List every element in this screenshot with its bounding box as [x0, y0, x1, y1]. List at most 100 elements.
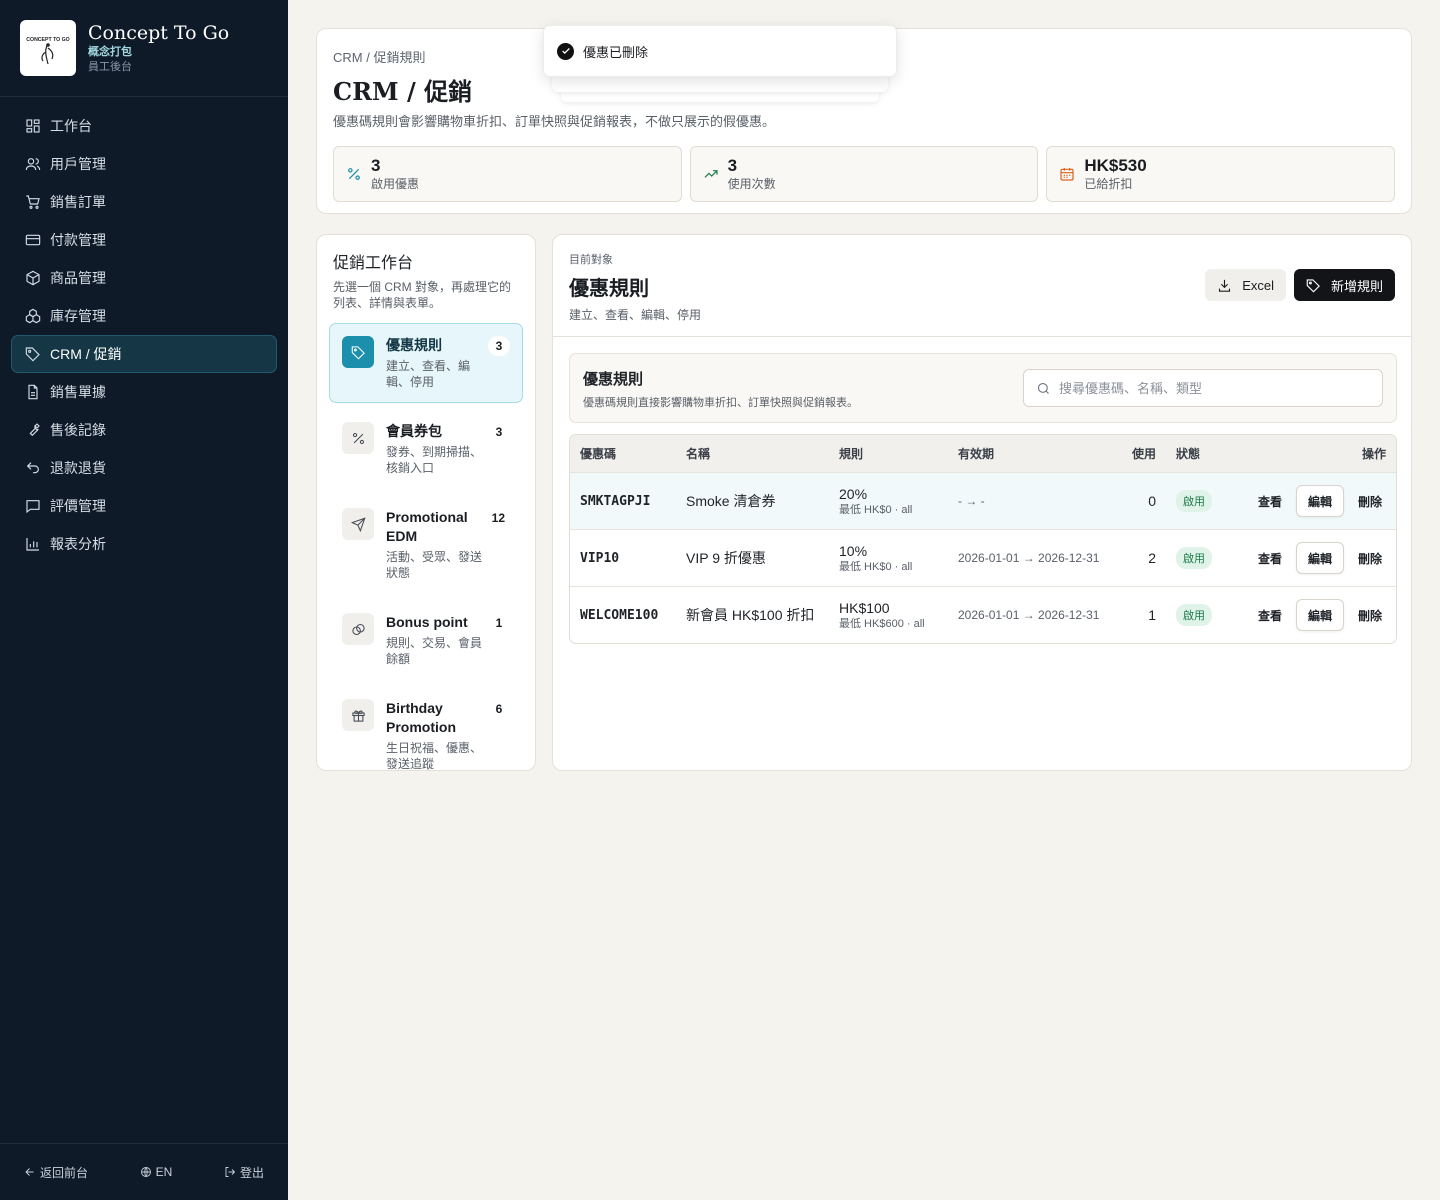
coupon-name: Smoke 清倉券 — [686, 493, 776, 509]
column-header-valid[interactable]: 有效期 — [948, 445, 1104, 462]
edit-button[interactable]: 編輯 — [1295, 542, 1344, 574]
excel-export-button[interactable]: Excel — [1205, 269, 1286, 301]
workspace-item-sub: 建立、查看、編輯、停用 — [386, 359, 471, 389]
sidebar-footer: 返回前台 EN 登出 — [0, 1143, 288, 1200]
brand-logo[interactable]: CONCEPT TO GO — [20, 20, 76, 76]
workspace-item-sub: 生日祝福、優惠、發送追蹤 — [386, 741, 483, 771]
dashboard-icon — [26, 119, 40, 133]
logout-button[interactable]: 登出 — [224, 1164, 264, 1181]
sidebar-item-reports[interactable]: 報表分析 — [11, 525, 277, 563]
coupon-rules-table: 優惠碼 名稱 規則 有效期 使用 狀態 操作 SMKTAGPJI Smoke 清… — [569, 434, 1397, 644]
trending-up-icon — [704, 170, 718, 178]
search-box[interactable] — [1023, 369, 1383, 407]
workspace-item-name: Bonus point — [386, 614, 468, 630]
sidebar-item-refunds[interactable]: 退款退貨 — [11, 449, 277, 487]
sidebar-item-label: 庫存管理 — [50, 308, 106, 324]
edit-button[interactable]: 編輯 — [1295, 485, 1344, 517]
sidebar-item-sales-docs[interactable]: 銷售單據 — [11, 373, 277, 411]
svg-text:CONCEPT TO GO: CONCEPT TO GO — [26, 37, 69, 43]
sidebar-item-users[interactable]: 用戶管理 — [11, 145, 277, 183]
credit-card-icon — [25, 234, 41, 246]
search-input[interactable] — [1059, 380, 1359, 396]
rule-value: 10% — [839, 542, 868, 559]
stat-value: 3 — [727, 156, 738, 175]
users-icon — [25, 158, 41, 171]
table-row[interactable]: VIP10 VIP 9 折優惠 10% 最低 HK$0 · all 2026-0… — [570, 529, 1396, 586]
download-icon — [1219, 279, 1231, 292]
status-badge: 啟用 — [1176, 604, 1212, 626]
rule-minimum: 最低 HK$600 · all — [839, 617, 925, 630]
coins-icon — [351, 623, 365, 635]
add-rule-label: 新增規則 — [1330, 278, 1383, 294]
brand-subtitle: 員工後台 — [88, 61, 132, 73]
sidebar-item-inventory[interactable]: 庫存管理 — [11, 297, 277, 335]
current-object-label: 目前對象 — [569, 254, 613, 266]
workspace-title: 促銷工作台 — [333, 253, 414, 272]
edit-button[interactable]: 編輯 — [1295, 599, 1344, 631]
workspace-item-edm[interactable]: Promotional EDM 活動、受眾、發送狀態 12 — [329, 495, 523, 594]
message-icon — [26, 500, 40, 514]
language-toggle[interactable]: EN — [140, 1165, 172, 1179]
sidebar-item-products[interactable]: 商品管理 — [11, 259, 277, 297]
sidebar-item-reviews[interactable]: 評價管理 — [11, 487, 277, 525]
column-header-status[interactable]: 狀態 — [1156, 445, 1228, 462]
sidebar-item-payments[interactable]: 付款管理 — [11, 221, 277, 259]
column-header-usage[interactable]: 使用 — [1104, 445, 1156, 462]
column-header-code[interactable]: 優惠碼 — [570, 445, 676, 462]
logout-icon — [225, 1167, 236, 1177]
rule-minimum: 最低 HK$0 · all — [839, 560, 913, 573]
wrench-icon — [29, 423, 40, 437]
stat-value: HK$530 — [1084, 156, 1147, 175]
workspace-item-name: Birthday Promotion — [386, 700, 456, 735]
workspace-item-sub: 規則、交易、會員餘額 — [386, 636, 483, 666]
sidebar-item-label: 付款管理 — [50, 232, 106, 248]
add-rule-button[interactable]: 新增規則 — [1293, 269, 1395, 301]
calendar-icon — [1060, 168, 1074, 181]
sidebar-item-after-sales[interactable]: 售後記錄 — [11, 411, 277, 449]
sidebar-item-crm[interactable]: CRM / 促銷 — [11, 335, 277, 373]
stat-discount-given: HK$530 已給折扣 — [1046, 146, 1396, 202]
stat-label: 啟用優惠 — [371, 177, 420, 191]
delete-button[interactable]: 刪除 — [1354, 493, 1386, 510]
toast-message: 優惠已刪除 — [583, 44, 649, 60]
sidebar-item-dashboard[interactable]: 工作台 — [11, 107, 277, 145]
sidebar-item-label: 評價管理 — [50, 498, 106, 514]
sidebar-nav: 工作台 用戶管理 銷售訂單 付款管理 商品管理 庫存管理 CRM / 促銷 銷售… — [0, 97, 288, 573]
coupon-code: WELCOME100 — [580, 607, 659, 623]
workspace-item-sub: 發券、到期掃描、核銷入口 — [386, 445, 483, 475]
globe-icon — [140, 1167, 151, 1177]
workspace-item-member-coupons[interactable]: 會員券包 發券、到期掃描、核銷入口 3 — [329, 409, 523, 489]
workspace-item-name: Promotional EDM — [386, 509, 468, 544]
arrow-left-icon — [25, 1168, 34, 1176]
column-header-name[interactable]: 名稱 — [676, 445, 829, 462]
table-row[interactable]: WELCOME100 新會員 HK$100 折扣 HK$100 最低 HK$60… — [570, 586, 1396, 643]
view-button[interactable]: 查看 — [1254, 550, 1286, 567]
sidebar-item-label: 報表分析 — [50, 536, 106, 552]
workspace-item-bonus-point[interactable]: Bonus point 規則、交易、會員餘額 1 — [329, 600, 523, 680]
back-to-frontend-link[interactable]: 返回前台 — [24, 1164, 88, 1181]
logout-label: 登出 — [239, 1165, 264, 1180]
sidebar-item-orders[interactable]: 銷售訂單 — [11, 183, 277, 221]
workspace-list: 優惠規則 建立、查看、編輯、停用 3 會員券包 發券、到期掃描、核銷入口 3 P… — [329, 323, 523, 785]
sidebar-item-label: 銷售訂單 — [50, 194, 106, 210]
coupon-rule: 20% 最低 HK$0 · all — [829, 486, 948, 517]
delete-button[interactable]: 刪除 — [1354, 550, 1386, 567]
chart-icon — [26, 538, 39, 551]
workspace-item-coupon-rules[interactable]: 優惠規則 建立、查看、編輯、停用 3 — [329, 323, 523, 403]
row-actions: 查看 編輯 刪除 — [1228, 542, 1396, 574]
workspace-item-name: 會員券包 — [386, 423, 442, 439]
main-panel-header: 目前對象 優惠規則 建立、查看、編輯、停用 Excel 新增規則 — [553, 235, 1411, 337]
view-button[interactable]: 查看 — [1254, 493, 1286, 510]
table-row[interactable]: SMKTAGPJI Smoke 清倉券 20% 最低 HK$0 · all - … — [570, 472, 1396, 529]
delete-button[interactable]: 刪除 — [1354, 607, 1386, 624]
workspace-item-birthday[interactable]: Birthday Promotion 生日祝福、優惠、發送追蹤 6 — [329, 686, 523, 785]
count-badge: 6 — [488, 699, 510, 719]
coupon-rule: 10% 最低 HK$0 · all — [829, 543, 948, 574]
workspace-item-sub: 活動、受眾、發送狀態 — [386, 550, 483, 580]
view-button[interactable]: 查看 — [1254, 607, 1286, 624]
table-header: 優惠碼 名稱 規則 有效期 使用 狀態 操作 — [570, 435, 1396, 472]
main-panel-subtitle: 建立、查看、編輯、停用 — [569, 308, 702, 322]
workspace-description: 先選一個 CRM 對象，再處理它的列表、詳情與表單。 — [333, 280, 511, 310]
toast-notification[interactable]: 優惠已刪除 — [543, 25, 897, 77]
column-header-rule[interactable]: 規則 — [829, 445, 948, 462]
